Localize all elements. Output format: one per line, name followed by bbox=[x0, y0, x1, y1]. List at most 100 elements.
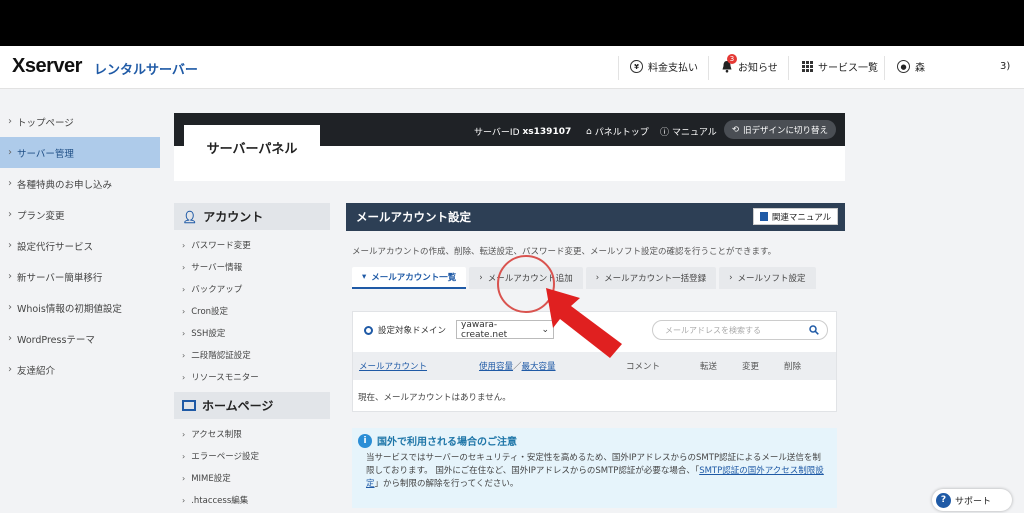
chevron-right-icon: › bbox=[182, 372, 186, 382]
old-design-label: 旧デザインに切り替え bbox=[743, 125, 829, 136]
header-divider bbox=[884, 56, 885, 80]
nav-item-label: パスワード変更 bbox=[191, 241, 251, 251]
sidebar-item-wordpress-theme[interactable]: › WordPressテーマ bbox=[0, 323, 160, 354]
old-design-button[interactable]: ⟲ 旧デザインに切り替え bbox=[724, 120, 836, 139]
th-delete: 削除 bbox=[778, 352, 820, 380]
homepage-section-title: ホームページ bbox=[174, 392, 330, 419]
tab-label: メールアカウント一覧 bbox=[371, 273, 457, 283]
chevron-right-icon: › bbox=[8, 240, 12, 251]
payment-button[interactable]: ¥ 料金支払い bbox=[630, 59, 698, 74]
sidebar-item-label: プラン変更 bbox=[17, 210, 65, 222]
nav-password-change[interactable]: › パスワード変更 bbox=[174, 234, 330, 256]
question-icon: ? bbox=[936, 492, 951, 508]
sidebar: › トップページ › サーバー管理 › 各種特典のお申し込み › プラン変更 › 設定代行… bbox=[0, 106, 160, 385]
th-account[interactable]: メールアカウント bbox=[353, 352, 479, 380]
th-usage-label[interactable]: 使用容量 bbox=[479, 360, 513, 372]
th-forward-label: 転送 bbox=[700, 362, 718, 372]
related-manual-button[interactable]: 関連マニュアル bbox=[753, 208, 838, 225]
account-title-label: アカウント bbox=[203, 210, 264, 224]
sidebar-item-top[interactable]: › トップページ bbox=[0, 106, 160, 137]
payment-label: 料金支払い bbox=[648, 63, 698, 74]
notice-title: i 国外で利用される場合のご注意 bbox=[358, 433, 517, 448]
support-button[interactable]: ? サポート bbox=[932, 489, 1012, 511]
search-placeholder: メールアドレスを検索する bbox=[665, 325, 761, 335]
sidebar-item-whois[interactable]: › Whois情報の初期値設定 bbox=[0, 292, 160, 323]
chevron-right-icon: › bbox=[182, 328, 186, 338]
nav-two-factor[interactable]: › 二段階認証設定 bbox=[174, 344, 330, 366]
header-divider bbox=[708, 56, 709, 80]
sidebar-item-label: 設定代行サービス bbox=[17, 241, 94, 253]
nav-mime[interactable]: › MIME設定 bbox=[174, 467, 330, 489]
nav-backup[interactable]: › バックアップ bbox=[174, 278, 330, 300]
page-description: メールアカウントの作成、削除、転送設定、パスワード変更、メールソフト設定の確認を… bbox=[352, 247, 777, 257]
chevron-right-icon: › bbox=[182, 429, 186, 439]
chevron-right-icon: › bbox=[182, 240, 186, 250]
tab-mail-software[interactable]: › メールソフト設定 bbox=[719, 267, 816, 289]
th-delete-label: 削除 bbox=[784, 362, 802, 372]
notifications-button[interactable]: 3 お知らせ bbox=[721, 54, 778, 74]
chevron-right-icon: › bbox=[182, 350, 186, 360]
user-suffix: 3) bbox=[1000, 61, 1011, 72]
user-menu[interactable]: ● 森 3) bbox=[897, 59, 1010, 74]
sidebar-item-migration[interactable]: › 新サーバー簡単移行 bbox=[0, 261, 160, 292]
grid-icon bbox=[802, 61, 813, 72]
nav-htaccess[interactable]: › .htaccess編集 bbox=[174, 489, 330, 511]
header-divider bbox=[618, 56, 619, 80]
user-icon: ● bbox=[897, 60, 910, 73]
homepage-title-label: ホームページ bbox=[202, 399, 274, 413]
sidebar-item-label: 各種特典のお申し込み bbox=[17, 179, 113, 191]
th-account-label[interactable]: メールアカウント bbox=[359, 360, 427, 372]
domain-label-text: 設定対象ドメイン bbox=[378, 326, 447, 336]
search-icon[interactable] bbox=[809, 325, 819, 335]
nav-cron[interactable]: › Cron設定 bbox=[174, 300, 330, 322]
nav-access-restriction[interactable]: › アクセス制限 bbox=[174, 423, 330, 445]
sidebar-item-setup-service[interactable]: › 設定代行サービス bbox=[0, 230, 160, 261]
chevron-right-icon: › bbox=[8, 333, 12, 344]
radio-icon bbox=[364, 325, 373, 335]
th-comment-label: コメント bbox=[626, 362, 661, 372]
tab-account-list[interactable]: ▾ メールアカウント一覧 bbox=[352, 267, 467, 289]
manual-link[interactable]: ⓘ マニュアル bbox=[660, 125, 717, 138]
user-name: 森 bbox=[915, 63, 925, 74]
services-label: サービス一覧 bbox=[818, 63, 878, 74]
nav-item-label: サーバー情報 bbox=[191, 263, 243, 273]
chevron-right-icon: › bbox=[182, 495, 186, 505]
chevron-down-icon: ▾ bbox=[362, 272, 367, 282]
sidebar-item-referral[interactable]: › 友達紹介 bbox=[0, 354, 160, 385]
panel-top-link[interactable]: ⌂ パネルトップ bbox=[586, 125, 649, 139]
nav-error-page[interactable]: › エラーページ設定 bbox=[174, 445, 330, 467]
tab-label: メールソフト設定 bbox=[737, 274, 806, 284]
monitor-icon bbox=[182, 400, 196, 411]
sidebar-item-plan-change[interactable]: › プラン変更 bbox=[0, 199, 160, 230]
server-panel-title: サーバーパネル bbox=[184, 125, 320, 169]
xserver-logo[interactable]: Xserver bbox=[12, 55, 82, 78]
tab-label: メールアカウント一括登録 bbox=[604, 274, 707, 284]
nav-item-label: SSH設定 bbox=[191, 329, 226, 339]
chevron-right-icon: › bbox=[729, 273, 733, 283]
th-edit: 変更 bbox=[736, 352, 778, 380]
nav-server-info[interactable]: › サーバー情報 bbox=[174, 256, 330, 278]
nav-item-label: バックアップ bbox=[191, 285, 243, 295]
chevron-right-icon: › bbox=[8, 178, 12, 189]
bell-icon: 3 bbox=[721, 54, 737, 73]
server-id-label: サーバーID bbox=[474, 128, 520, 138]
red-arrow-icon bbox=[546, 288, 622, 358]
related-manual-label: 関連マニュアル bbox=[771, 212, 832, 223]
page-title: メールアカウント設定 bbox=[356, 210, 471, 224]
services-button[interactable]: サービス一覧 bbox=[802, 59, 878, 74]
chevron-right-icon: › bbox=[595, 273, 600, 283]
chevron-right-icon: › bbox=[8, 147, 12, 158]
nav-ssh[interactable]: › SSH設定 bbox=[174, 322, 330, 344]
panel-top-label: パネルトップ bbox=[594, 128, 649, 138]
nav-item-label: リソースモニター bbox=[191, 373, 259, 383]
nav-item-label: .htaccess編集 bbox=[191, 496, 249, 506]
sidebar-item-benefits[interactable]: › 各種特典のお申し込み bbox=[0, 168, 160, 199]
nav-resource-monitor[interactable]: › リソースモニター bbox=[174, 366, 330, 388]
manual-label: マニュアル bbox=[672, 128, 717, 138]
notice-text-after: 」から制限の解除を行ってください。 bbox=[374, 479, 519, 489]
empty-table-message: 現在、メールアカウントはありません。 bbox=[358, 393, 511, 403]
notice-body: 当サービスではサーバーのセキュリティ・安定性を高めるため、国外IPアドレスからの… bbox=[366, 452, 826, 491]
sidebar-item-server-management[interactable]: › サーバー管理 bbox=[0, 137, 160, 168]
email-search-input[interactable]: メールアドレスを検索する bbox=[652, 320, 828, 340]
domain-value: yawara-create.net bbox=[461, 319, 508, 340]
